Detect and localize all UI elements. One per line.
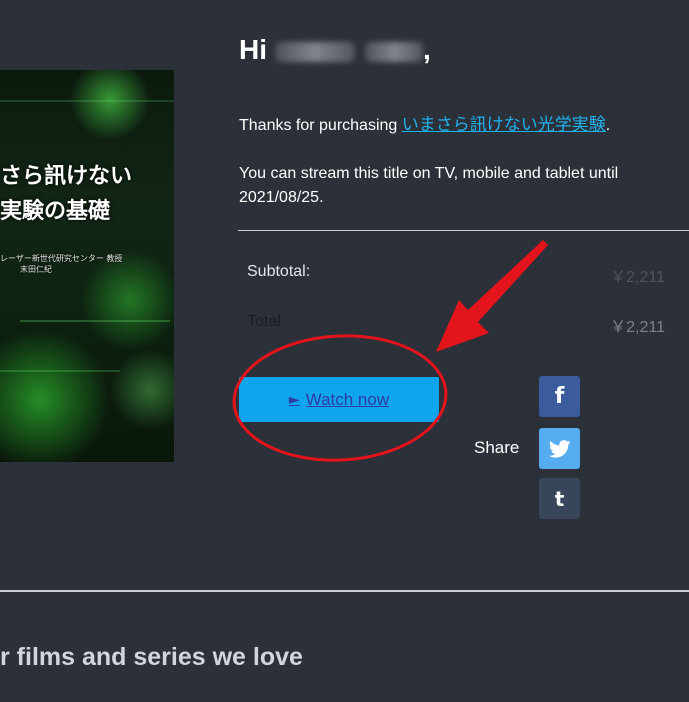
redacted-last-name (365, 41, 423, 62)
pointer-arrow-icon (436, 240, 548, 352)
movie-cover-image: さら訊けない 実験の基礎 レーザー新世代研究センター 教授 末田仁紀 (0, 70, 174, 462)
thanks-text: Thanks for purchasing (239, 117, 402, 134)
greeting-prefix: Hi (239, 34, 267, 65)
cover-title-line2: 実験の基礎 (0, 199, 111, 224)
total-label: Total (247, 313, 281, 330)
stream-info: You can stream this title on TV, mobile … (239, 165, 619, 206)
twitter-share-button[interactable] (539, 428, 580, 469)
tumblr-icon: t (554, 486, 565, 511)
facebook-icon: f (554, 384, 565, 409)
cover-author-name: 末田仁紀 (20, 265, 52, 274)
greeting: Hi, (239, 34, 431, 66)
cover-title-line1: さら訊けない (0, 164, 133, 189)
share-label: Share (474, 438, 520, 457)
cover-author-affiliation: レーザー新世代研究センター 教授 (0, 254, 123, 263)
cover-author: レーザー新世代研究センター 教授 末田仁紀 (0, 253, 174, 275)
watch-now-label: Watch now (305, 389, 390, 409)
redacted-first-name (275, 41, 355, 62)
title-link[interactable]: いまさら訊けない光学実験 (402, 115, 606, 135)
twitter-bird-icon (548, 439, 570, 458)
greeting-suffix: , (423, 34, 431, 65)
facebook-share-button[interactable]: f (539, 376, 580, 417)
purchase-thanks: Thanks for purchasing いまさら訊けない光学実験. (239, 110, 610, 135)
play-icon: ► (288, 391, 300, 408)
tumblr-share-button[interactable]: t (539, 478, 580, 519)
watch-now-button[interactable]: ► Watch now (239, 377, 439, 422)
section-heading: r films and series we love (0, 643, 303, 671)
subtotal-label: Subtotal: (247, 263, 311, 280)
thanks-period: . (605, 117, 611, 134)
total-value: ￥2,211 (610, 319, 665, 336)
section-divider (0, 590, 689, 592)
divider (238, 230, 689, 231)
subtotal-value: ￥2,211 (610, 269, 665, 286)
